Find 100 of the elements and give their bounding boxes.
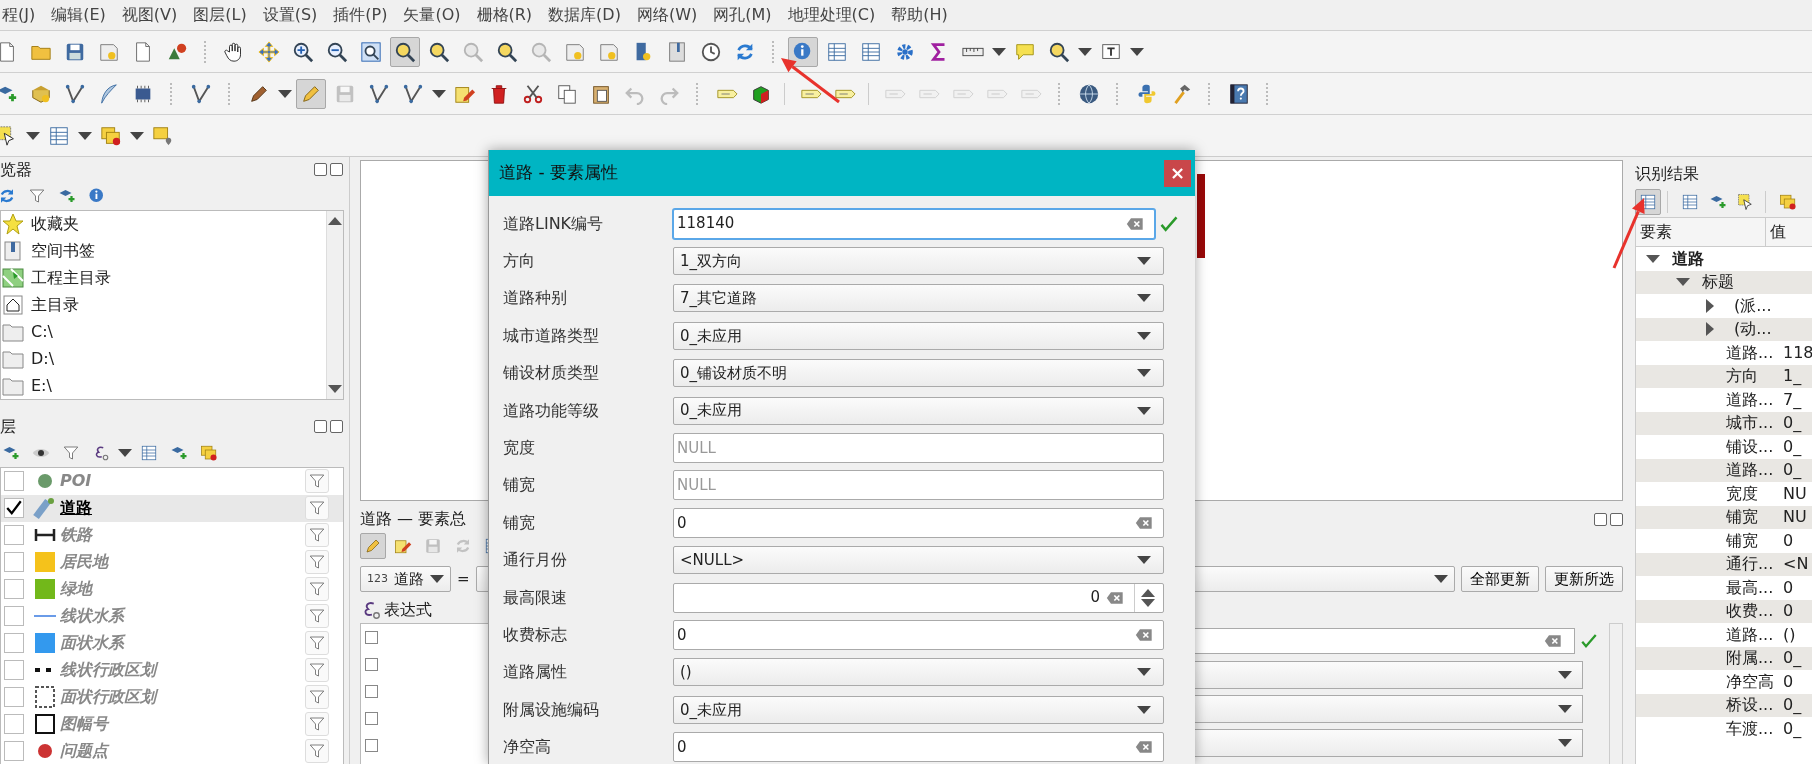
menu-item[interactable]: 插件(P) — [325, 3, 396, 27]
browser-item[interactable]: 工程主目录 — [31, 266, 111, 291]
update-button[interactable]: 全部更新 — [1461, 566, 1539, 592]
panel-title: 层 — [0, 416, 16, 438]
browser-item[interactable]: 主目录 — [31, 293, 79, 318]
layer-name: 铁路 — [60, 524, 94, 547]
input-field[interactable]: 0 — [673, 732, 1164, 763]
field-label: 铺设材质类型 — [503, 362, 600, 385]
close-button[interactable]: × — [1164, 159, 1191, 187]
layer-row[interactable]: 绿地 — [1, 576, 343, 603]
layer-row[interactable]: 道路 — [1, 495, 343, 522]
tree-item[interactable]: 标题 — [1702, 270, 1734, 295]
menu-item[interactable]: 设置(S) — [254, 3, 326, 27]
layer-name: 线状水系 — [60, 605, 127, 628]
attribute-value: 7_ — [1783, 388, 1802, 411]
field-label: 通行月份 — [503, 549, 568, 572]
input-field[interactable]: 0 — [673, 582, 1164, 613]
attribute-name: 净空高 — [1726, 670, 1775, 693]
browser-item[interactable]: C:\ — [31, 320, 53, 345]
attribute-value: <N — [1783, 553, 1809, 576]
menu-item[interactable]: 编辑(E) — [43, 3, 114, 27]
menu-item[interactable]: 地理处理(C) — [779, 3, 884, 27]
layer-row[interactable]: 铁路 — [1, 522, 343, 549]
layer-row[interactable]: 问题点 — [1, 738, 343, 764]
input-field[interactable]: 0 — [673, 507, 1164, 538]
attribute-name: 附属... — [1726, 647, 1775, 670]
menu-item[interactable]: 视图(V) — [113, 3, 186, 27]
input-field[interactable]: 118140 — [673, 208, 1155, 239]
attribute-value: 1_ — [1783, 365, 1802, 388]
layer-row[interactable]: 面状水系 — [1, 630, 343, 657]
dropdown[interactable]: 1_双方向 — [673, 247, 1164, 276]
dropdown[interactable]: 7_其它道路 — [673, 284, 1164, 313]
attribute-value: 0 — [1783, 529, 1794, 552]
attribute-name: 宽度 — [1726, 482, 1759, 505]
attribute-name: 通行... — [1726, 553, 1775, 576]
attribute-value: NU — [1783, 482, 1807, 505]
attribute-value: NU — [1783, 506, 1807, 529]
dropdown[interactable]: 0_铺设材质不明 — [673, 359, 1164, 388]
attribute-value: 0_ — [1783, 459, 1802, 482]
layer-row[interactable]: 居民地 — [1, 549, 343, 576]
layer-name: 居民地 — [60, 551, 110, 574]
attribute-value: 0_ — [1783, 694, 1802, 717]
attribute-value: () — [1783, 623, 1796, 646]
dropdown[interactable]: () — [673, 658, 1164, 687]
attribute-name: 车渡... — [1726, 717, 1775, 740]
browser-item[interactable]: 空间书签 — [31, 239, 95, 264]
menu-item[interactable]: 帮助(H) — [883, 3, 956, 27]
tree-item[interactable]: 道路 — [1672, 247, 1704, 271]
browser-item[interactable]: E:\ — [31, 374, 52, 399]
menu-item[interactable]: 网络(W) — [628, 3, 706, 27]
browser-item[interactable]: 收藏夹 — [31, 212, 79, 237]
field-label: 最高限速 — [503, 586, 568, 609]
menu-item[interactable]: 数据库(D) — [540, 3, 629, 27]
field-label: 方向 — [503, 250, 536, 273]
panel-title: 道路 — 要素总 — [360, 508, 467, 530]
menu-item[interactable]: 程(J) — [0, 3, 44, 27]
dropdown[interactable]: 0_未应用 — [673, 321, 1164, 350]
field-label: 城市道路类型 — [503, 324, 600, 347]
field-label: 附属设施编码 — [503, 698, 600, 721]
input-field[interactable]: 0 — [673, 620, 1164, 650]
attribute-name: 城市... — [1726, 412, 1775, 435]
layer-name: 绿地 — [60, 578, 94, 601]
attribute-name: 道路... — [1726, 459, 1775, 482]
attribute-name: 收费... — [1726, 600, 1775, 623]
attribute-value: 0 — [1783, 670, 1794, 693]
update-button[interactable]: 更新所选 — [1545, 566, 1623, 592]
browser-item[interactable]: D:\ — [31, 347, 55, 372]
column-header: 要素 — [1636, 218, 1766, 246]
field-label: 道路功能等级 — [503, 399, 600, 422]
attribute-name: 道路... — [1726, 388, 1775, 411]
attribute-value: 118 — [1783, 341, 1812, 364]
attribute-value: 0_ — [1783, 717, 1802, 740]
layer-row[interactable]: 线状行政区划 — [1, 657, 343, 684]
field-label: 铺宽 — [503, 474, 536, 497]
layer-row[interactable]: 图幅号 — [1, 711, 343, 738]
field-label: 宽度 — [503, 437, 536, 460]
attribute-value: 0_ — [1783, 412, 1802, 435]
dropdown[interactable]: <NULL> — [673, 546, 1164, 575]
menu-item[interactable]: 网孔(M) — [705, 3, 780, 27]
tree-item[interactable]: (派... — [1734, 293, 1772, 318]
panel-title: 览器 — [0, 158, 32, 181]
attribute-value: 0 — [1783, 576, 1794, 599]
attribute-value: 0 — [1783, 600, 1794, 623]
menu-item[interactable]: 图层(L) — [185, 3, 255, 27]
layer-name: 面状水系 — [60, 632, 127, 655]
layer-row[interactable]: 面状行政区划 — [1, 684, 343, 711]
dropdown[interactable]: 0_未应用 — [673, 695, 1164, 724]
layer-row[interactable]: POI — [1, 468, 343, 495]
dropdown[interactable]: 0_未应用 — [673, 396, 1164, 425]
menu-item[interactable]: 栅格(R) — [468, 3, 541, 27]
attribute-name: 最高... — [1726, 576, 1775, 599]
layer-name: 道路 — [60, 497, 93, 520]
menu-item[interactable]: 矢量(O) — [395, 3, 469, 27]
field-dropdown[interactable]: 123 道路 — [360, 566, 451, 592]
attribute-value: 0_ — [1783, 647, 1802, 670]
layer-row[interactable]: 线状水系 — [1, 603, 343, 630]
field-label: 道路种别 — [503, 287, 568, 310]
attribute-name: 铺宽 — [1726, 506, 1759, 529]
field-label: 净空高 — [503, 736, 552, 759]
field-label: 收费标志 — [503, 624, 568, 646]
